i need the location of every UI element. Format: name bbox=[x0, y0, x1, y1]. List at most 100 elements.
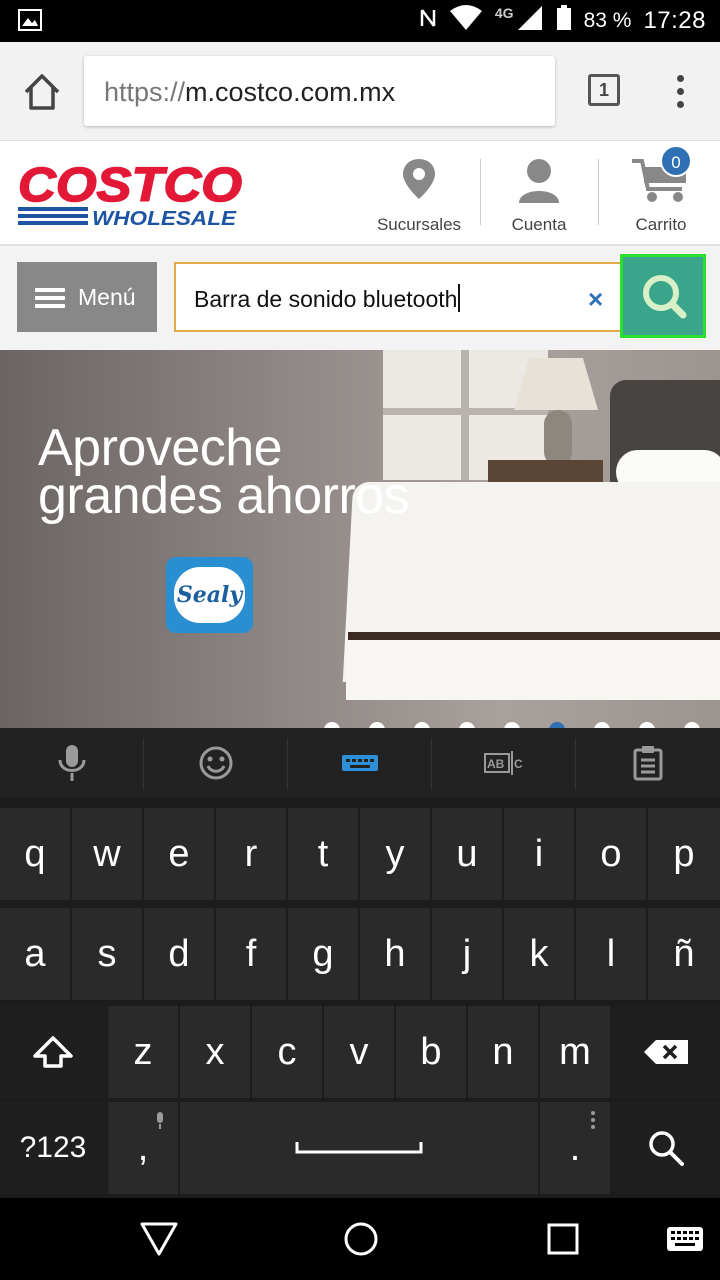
search-icon bbox=[643, 275, 687, 319]
keyboard-switch-button[interactable] bbox=[662, 1216, 708, 1262]
key-v[interactable]: v bbox=[324, 1006, 396, 1098]
key-e[interactable]: e bbox=[144, 808, 216, 900]
voice-input-button[interactable] bbox=[0, 728, 144, 798]
sucursales-button[interactable]: Sucursales bbox=[372, 155, 466, 235]
banner-headline-line2: grandes ahorros bbox=[38, 467, 410, 525]
keyboard-icon bbox=[342, 755, 378, 771]
key-s[interactable]: s bbox=[72, 908, 144, 1000]
key-m[interactable]: m bbox=[540, 1006, 612, 1098]
key-r[interactable]: r bbox=[216, 808, 288, 900]
image-notification-icon bbox=[18, 9, 42, 36]
mic-hint-icon bbox=[157, 1112, 163, 1129]
key-x[interactable]: x bbox=[180, 1006, 252, 1098]
search-action-key[interactable] bbox=[612, 1102, 720, 1194]
key-y[interactable]: y bbox=[360, 808, 432, 900]
key-n[interactable]: n bbox=[468, 1006, 540, 1098]
key-q[interactable]: q bbox=[0, 808, 72, 900]
smiley-icon bbox=[199, 746, 233, 780]
keyboard-icon bbox=[667, 1227, 703, 1251]
key-z[interactable]: z bbox=[108, 1006, 180, 1098]
banner-boxspring bbox=[346, 640, 720, 700]
soft-keyboard: AB C q w e r t y u i o p a s d f g h j k … bbox=[0, 728, 720, 1198]
search-query: Barra de sonido bluetooth bbox=[194, 286, 458, 312]
key-u[interactable]: u bbox=[432, 808, 504, 900]
url-bar[interactable]: https://m.costco.com.mx bbox=[84, 56, 555, 126]
comma-key[interactable]: , bbox=[108, 1102, 180, 1194]
key-g[interactable]: g bbox=[288, 908, 360, 1000]
clear-search-button[interactable]: × bbox=[588, 284, 603, 315]
battery-percent: 83 % bbox=[583, 9, 632, 32]
keyboard-row-2: a s d f g h j k l ñ bbox=[0, 908, 720, 1000]
symbols-key[interactable]: ?123 bbox=[0, 1102, 108, 1194]
key-p[interactable]: p bbox=[648, 808, 720, 900]
overflow-menu-button[interactable] bbox=[668, 72, 692, 112]
nfc-icon bbox=[419, 7, 437, 35]
key-n-tilde[interactable]: ñ bbox=[648, 908, 720, 1000]
space-icon bbox=[295, 1142, 423, 1154]
more-hint-icon bbox=[591, 1111, 595, 1129]
costco-logo[interactable]: COSTCO WHOLESALE bbox=[16, 158, 246, 230]
banner-lamp-base bbox=[544, 410, 572, 466]
carrito-label: Carrito bbox=[635, 215, 687, 234]
browser-toolbar: https://m.costco.com.mx 1 bbox=[0, 42, 720, 140]
search-button[interactable] bbox=[620, 254, 706, 338]
key-w[interactable]: w bbox=[72, 808, 144, 900]
key-h[interactable]: h bbox=[360, 908, 432, 1000]
key-j[interactable]: j bbox=[432, 908, 504, 1000]
menu-button[interactable]: Menú bbox=[17, 262, 157, 332]
banner-nightstand bbox=[488, 460, 603, 482]
search-input[interactable]: Barra de sonido bluetooth bbox=[174, 262, 624, 332]
key-a[interactable]: a bbox=[0, 908, 72, 1000]
menu-label: Menú bbox=[78, 284, 136, 310]
sealy-logo-text: Sealy bbox=[174, 567, 245, 623]
clipboard-button[interactable] bbox=[576, 728, 720, 798]
promo-banner[interactable]: Aproveche grandes ahorros Sealy bbox=[0, 350, 720, 730]
signal-icon bbox=[516, 5, 544, 37]
status-bar: 4G 83 % 17:28 bbox=[0, 0, 720, 42]
search-row: Menú Barra de sonido bluetooth bbox=[0, 246, 720, 350]
shift-icon bbox=[33, 1036, 73, 1068]
hamburger-icon bbox=[35, 288, 65, 308]
account-icon bbox=[519, 159, 559, 203]
network-type: 4G bbox=[494, 5, 514, 21]
key-i[interactable]: i bbox=[504, 808, 576, 900]
key-l[interactable]: l bbox=[576, 908, 648, 1000]
emoji-button[interactable] bbox=[144, 728, 288, 798]
key-t[interactable]: t bbox=[288, 808, 360, 900]
key-c[interactable]: c bbox=[252, 1006, 324, 1098]
shift-key[interactable] bbox=[0, 1006, 108, 1098]
url-scheme: https:// bbox=[104, 77, 186, 107]
backspace-icon bbox=[644, 1040, 688, 1064]
spellcheck-button[interactable]: AB C bbox=[432, 728, 576, 798]
key-k[interactable]: k bbox=[504, 908, 576, 1000]
system-nav-bar bbox=[0, 1198, 720, 1280]
cart-count-badge: 0 bbox=[660, 145, 692, 177]
site-header: COSTCO WHOLESALE Sucursales Cuenta Carri… bbox=[0, 140, 720, 246]
sealy-logo: Sealy bbox=[166, 557, 253, 633]
url-host: m.costco.com.mx bbox=[185, 77, 396, 107]
cuenta-label: Cuenta bbox=[511, 215, 567, 234]
keyboard-row-3: z x c v b n m bbox=[0, 1006, 720, 1098]
recents-button[interactable] bbox=[540, 1216, 586, 1262]
key-b[interactable]: b bbox=[396, 1006, 468, 1098]
period-key[interactable]: . bbox=[540, 1102, 612, 1194]
tab-switcher-button[interactable]: 1 bbox=[588, 74, 620, 106]
key-d[interactable]: d bbox=[144, 908, 216, 1000]
back-triangle-icon bbox=[140, 1222, 178, 1256]
keyboard-mode-button[interactable] bbox=[288, 728, 432, 798]
key-o[interactable]: o bbox=[576, 808, 648, 900]
space-key[interactable] bbox=[180, 1102, 540, 1194]
home-nav-button[interactable] bbox=[338, 1216, 384, 1262]
home-circle-icon bbox=[344, 1222, 378, 1256]
comma-label: , bbox=[137, 1126, 149, 1169]
cuenta-button[interactable]: Cuenta bbox=[496, 155, 582, 235]
home-button[interactable] bbox=[20, 70, 64, 114]
microphone-icon bbox=[58, 745, 86, 781]
back-button[interactable] bbox=[136, 1216, 182, 1262]
text-cursor bbox=[458, 284, 461, 312]
sucursales-label: Sucursales bbox=[376, 215, 462, 234]
keyboard-row-1: q w e r t y u i o p bbox=[0, 808, 720, 900]
svg-text:WHOLESALE: WHOLESALE bbox=[92, 208, 237, 229]
backspace-key[interactable] bbox=[612, 1006, 720, 1098]
key-f[interactable]: f bbox=[216, 908, 288, 1000]
